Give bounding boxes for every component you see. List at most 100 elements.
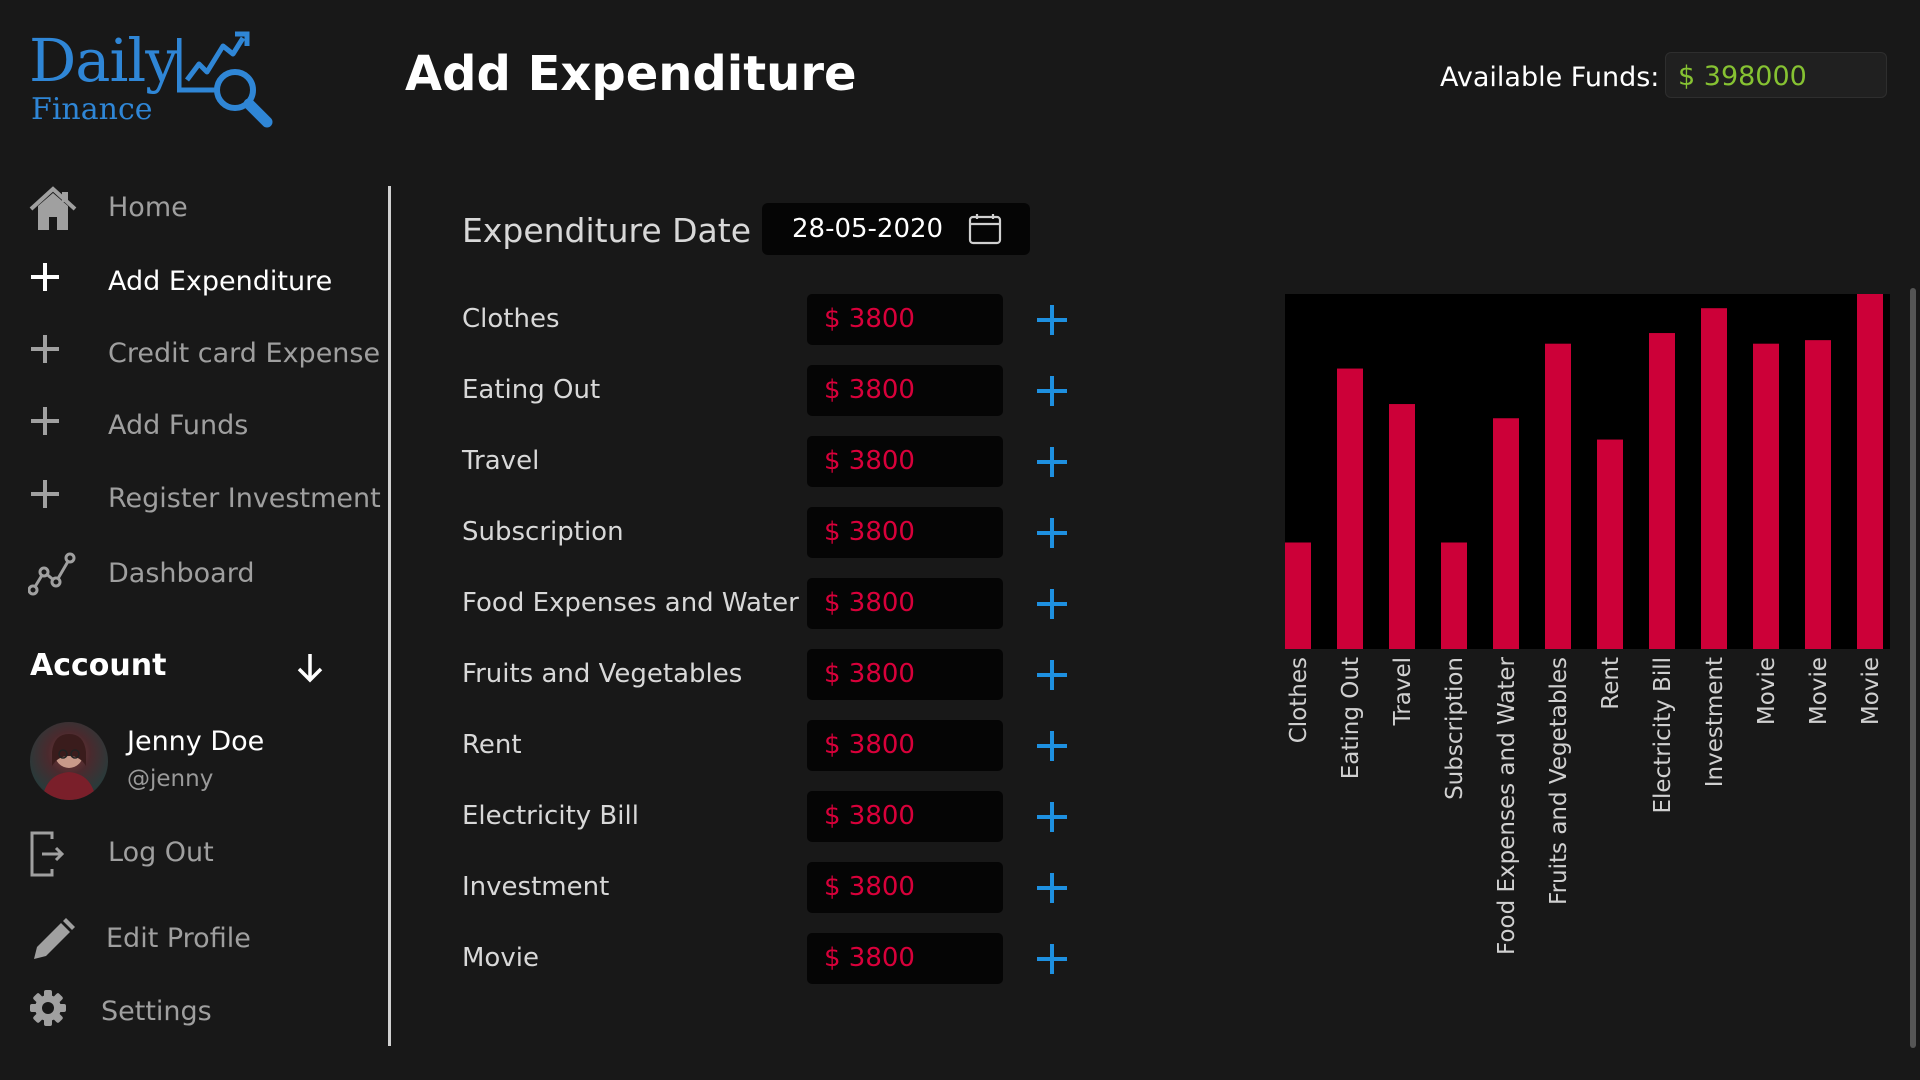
chart-bar	[1649, 333, 1675, 649]
expense-row: Subscription $ 3800	[462, 507, 1082, 559]
chart-bar	[1805, 340, 1831, 649]
sidebar-item-edit-profile[interactable]: Edit Profile	[28, 915, 388, 965]
expense-category-label: Investment	[462, 872, 610, 902]
logo-magnifier-chart-icon	[177, 31, 273, 128]
expense-amount-value: $ 3800	[824, 943, 915, 973]
expense-amount-input[interactable]: $ 3800	[807, 578, 1003, 629]
chart-bar	[1441, 542, 1467, 649]
expense-amount-value: $ 3800	[824, 375, 915, 405]
add-expense-plus-icon[interactable]	[1032, 513, 1072, 553]
chart-x-tick-label: Clothes	[1286, 657, 1312, 743]
expense-amount-value: $ 3800	[824, 659, 915, 689]
sidebar-item-label: Add Expenditure	[108, 266, 333, 297]
expense-amount-value: $ 3800	[824, 446, 915, 476]
chart-x-tick-label: Movie	[1754, 657, 1780, 725]
expense-amount-input[interactable]: $ 3800	[807, 933, 1003, 984]
chart-bar	[1285, 542, 1311, 649]
plus-icon	[31, 407, 59, 435]
add-expense-plus-icon[interactable]	[1032, 797, 1072, 837]
chart-bar	[1857, 294, 1883, 649]
gear-icon	[30, 990, 66, 1026]
expense-category-label: Movie	[462, 943, 539, 973]
pencil-icon	[34, 918, 75, 959]
add-expense-plus-icon[interactable]	[1032, 939, 1072, 979]
chart-x-tick-label: Travel	[1390, 657, 1416, 726]
expense-row: Food Expenses and Water $ 3800	[462, 578, 1082, 630]
expense-row: Electricity Bill $ 3800	[462, 791, 1082, 843]
sidebar-item-dashboard[interactable]: Dashboard	[28, 550, 388, 600]
plus-icon	[31, 480, 59, 508]
chart-x-tick-label: Electricity Bill	[1650, 657, 1676, 814]
calendar-icon[interactable]	[968, 213, 1002, 245]
user-handle: @jenny	[127, 766, 214, 792]
expense-amount-value: $ 3800	[824, 588, 915, 618]
expense-amount-input[interactable]: $ 3800	[807, 365, 1003, 416]
chart-x-tick-label: Rent	[1598, 657, 1624, 710]
expenditure-date-field[interactable]: 28-05-2020	[762, 203, 1030, 255]
user-name: Jenny Doe	[127, 726, 265, 757]
expense-row: Fruits and Vegetables $ 3800	[462, 649, 1082, 701]
expense-row: Movie $ 3800	[462, 933, 1082, 985]
expense-row: Travel $ 3800	[462, 436, 1082, 488]
sidebar-item-add-expenditure[interactable]: Add Expenditure	[28, 258, 388, 308]
expense-category-label: Travel	[462, 446, 540, 476]
sidebar-item-log-out[interactable]: Log Out	[28, 829, 388, 879]
logo-word-finance: Finance	[31, 92, 153, 127]
available-funds-label: Available Funds:	[1440, 62, 1660, 93]
expense-category-label: Clothes	[462, 304, 560, 334]
sidebar-item-settings[interactable]: Settings	[28, 988, 388, 1038]
expense-row: Investment $ 3800	[462, 862, 1082, 914]
sidebar-item-label: Register Investment	[108, 483, 381, 514]
expenditure-date-label: Expenditure Date	[462, 211, 752, 250]
expense-amount-input[interactable]: $ 3800	[807, 791, 1003, 842]
app-logo: Daily Finance	[29, 20, 289, 130]
home-icon	[29, 186, 77, 230]
expense-category-label: Subscription	[462, 517, 624, 547]
expense-amount-value: $ 3800	[824, 801, 915, 831]
account-section-title: Account	[30, 648, 167, 683]
add-expense-plus-icon[interactable]	[1032, 584, 1072, 624]
sidebar-item-label: Settings	[101, 996, 212, 1027]
plus-icon	[31, 263, 59, 291]
expense-category-label: Rent	[462, 730, 522, 760]
expense-amount-value: $ 3800	[824, 517, 915, 547]
expense-amount-input[interactable]: $ 3800	[807, 720, 1003, 771]
expense-amount-input[interactable]: $ 3800	[807, 294, 1003, 345]
scrollbar[interactable]	[1910, 288, 1916, 1048]
expense-amount-input[interactable]: $ 3800	[807, 507, 1003, 558]
add-expense-plus-icon[interactable]	[1032, 300, 1072, 340]
expense-amount-input[interactable]: $ 3800	[807, 862, 1003, 913]
expense-amount-value: $ 3800	[824, 730, 915, 760]
expenditure-date-value: 28-05-2020	[792, 214, 944, 244]
chart-bar	[1753, 343, 1779, 649]
expense-row: Clothes $ 3800	[462, 294, 1082, 346]
chart-x-tick-label: Eating Out	[1338, 657, 1364, 779]
sidebar-item-credit-card-expense[interactable]: Credit card Expense	[28, 330, 388, 380]
add-expense-plus-icon[interactable]	[1032, 442, 1072, 482]
arrow-down-icon[interactable]	[290, 648, 330, 688]
chart-bar	[1337, 368, 1363, 649]
add-expense-plus-icon[interactable]	[1032, 371, 1072, 411]
sidebar-item-home[interactable]: Home	[28, 184, 388, 234]
expense-amount-input[interactable]: $ 3800	[807, 436, 1003, 487]
chart-bar	[1545, 343, 1571, 649]
chart-bar	[1597, 439, 1623, 649]
avatar	[30, 722, 108, 800]
chart-x-tick-label: Movie	[1806, 657, 1832, 725]
sidebar-item-register-investment[interactable]: Register Investment	[28, 475, 388, 525]
add-expense-plus-icon[interactable]	[1032, 726, 1072, 766]
expense-category-label: Fruits and Vegetables	[462, 659, 743, 689]
sidebar-item-label: Dashboard	[108, 558, 255, 589]
expense-amount-value: $ 3800	[824, 304, 915, 334]
page-title: Add Expenditure	[405, 46, 857, 102]
expense-row: Eating Out $ 3800	[462, 365, 1082, 417]
expense-amount-input[interactable]: $ 3800	[807, 649, 1003, 700]
chart-x-tick-label: Movie	[1858, 657, 1884, 725]
expenditure-bar-chart: Clothes Eating Out Travel Subscription Food …	[1285, 294, 1890, 955]
sidebar-item-label: Log Out	[108, 837, 214, 868]
available-funds-value: $ 398000	[1678, 61, 1807, 92]
chart-x-tick-label: Investment	[1702, 657, 1728, 787]
add-expense-plus-icon[interactable]	[1032, 655, 1072, 695]
add-expense-plus-icon[interactable]	[1032, 868, 1072, 908]
sidebar-item-add-funds[interactable]: Add Funds	[28, 402, 388, 452]
